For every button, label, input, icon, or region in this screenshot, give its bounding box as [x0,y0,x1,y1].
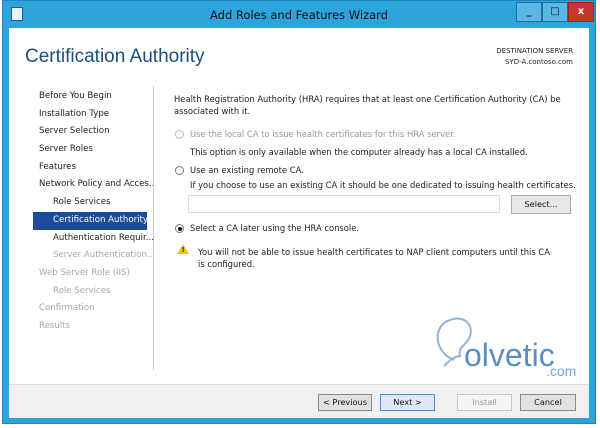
destination-server: DESTINATION SERVER SYD-A.contoso.com [496,46,573,68]
nav-item-certification-authority[interactable]: Certification Authority [33,211,147,230]
warning-icon: ! [177,244,189,254]
nav-item-features[interactable]: Features [33,159,153,177]
solvetic-watermark-logo: olvetic .com [436,317,576,379]
nav-item-network-policy[interactable]: Network Policy and Acces... [33,176,153,194]
remote-ca-input[interactable] [188,195,500,213]
nav-divider [153,86,154,370]
watermark-text: olvetic [464,337,555,373]
select-ca-button[interactable]: Select... [511,195,571,214]
intro-text-1: Health Registration Authority (HRA) requ… [174,94,561,104]
radio-remote-ca[interactable] [175,166,184,175]
title-bar: Add Roles and Features Wizard _ □ x [3,1,595,28]
previous-button[interactable]: < Previous [318,394,372,411]
option-remote-note: If you choose to use an existing CA it s… [190,180,576,190]
nav-item-installation-type[interactable]: Installation Type [33,106,153,124]
warning-text-1: You will not be able to issue health cer… [198,247,550,257]
maximize-button[interactable]: □ [542,2,568,22]
destination-label: DESTINATION SERVER [496,47,573,55]
wizard-body: Certification Authority DESTINATION SERV… [9,28,589,384]
option-remote-label[interactable]: Use an existing remote CA. [190,165,304,175]
nav-item-server-authentication: Server Authentication... [53,250,153,261]
option-later-label[interactable]: Select a CA later using the HRA console. [190,223,359,233]
nav-item-role-services[interactable]: Role Services [33,194,153,212]
destination-server-name: SYD-A.contoso.com [505,58,573,66]
window-title: Add Roles and Features Wizard [210,8,388,22]
nav-item-results: Results [39,320,71,331]
option-local-label: Use the local CA to issue health certifi… [190,129,456,139]
wizard-nav: Before You Begin Installation Type Serve… [33,88,153,336]
intro-text-2: associated with it. [174,106,251,116]
wizard-footer: < Previous Next > Install Cancel [9,384,589,418]
close-button[interactable]: x [568,2,594,22]
minimize-button[interactable]: _ [516,2,542,22]
nav-item-server-selection[interactable]: Server Selection [33,123,153,141]
radio-select-later[interactable] [175,224,184,233]
nav-item-web-role-services: Role Services [53,285,111,296]
radio-local-ca [175,130,184,139]
nav-item-server-roles[interactable]: Server Roles [33,141,153,159]
install-button: Install [457,394,512,411]
nav-item-web-server-role: Web Server Role (IIS) [39,267,130,278]
nav-item-authentication-requirements[interactable]: Authentication Requir... [33,230,153,248]
watermark-domain: .com [546,363,576,379]
next-button[interactable]: Next > [380,394,435,411]
cancel-button[interactable]: Cancel [520,394,576,411]
option-local-note: This option is only available when the c… [190,147,528,157]
wizard-window: Add Roles and Features Wizard _ □ x Cert… [2,0,596,424]
page-title: Certification Authority [25,46,205,67]
nav-item-confirmation: Confirmation [39,303,95,314]
nav-item-before-you-begin[interactable]: Before You Begin [33,88,153,106]
warning-text-2: is configured. [198,259,255,269]
